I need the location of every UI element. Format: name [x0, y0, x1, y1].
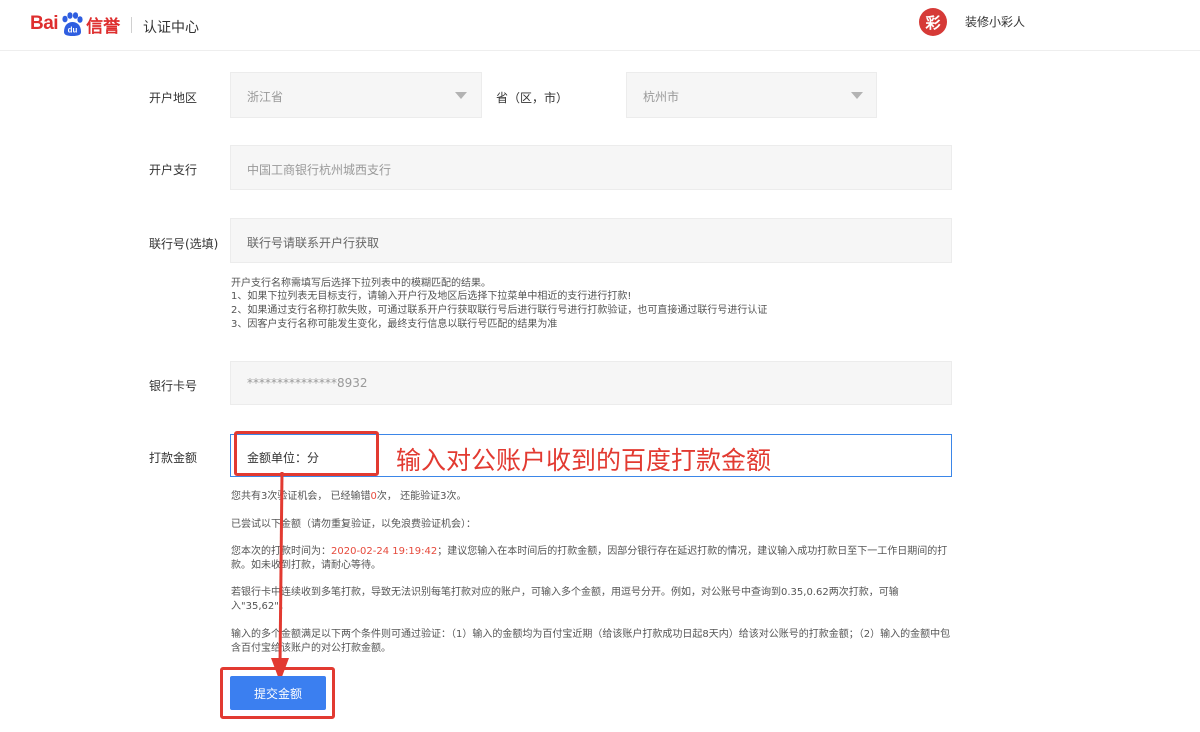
baidu-paw-icon: du: [62, 12, 83, 36]
region-label: 开户地区: [149, 91, 198, 105]
tried-amounts-info: 已尝试以下金额（请勿重复验证，以免浪费验证机会）：: [231, 519, 476, 530]
annotation-arrow-icon: [271, 471, 289, 682]
baidu-xinyu-logo[interactable]: Bai du 信誉: [30, 11, 120, 37]
hint-line: 2、如果通过支行名称打款失败，可通过联系开户行获取联行号后进行联行号进行打款验证…: [231, 305, 768, 316]
caret-down-icon: [851, 92, 863, 99]
hint-line: 3、因客户支行名称可能发生变化，最终支行信息以联行号匹配的结果为准: [231, 319, 558, 330]
branch-input[interactable]: 中国工商银行杭州城西支行: [230, 145, 952, 190]
page-title: 认证中心: [143, 20, 199, 36]
attempts-pre: 您共有3次验证机会， 已经输错: [231, 491, 371, 502]
bank-code-placeholder: 联行号请联系开户行获取: [247, 236, 380, 250]
top-header: Bai du 信誉 认证中心 彩 装修小彩人: [0, 0, 1200, 51]
province-select-value: 浙江省: [247, 90, 284, 104]
card-number-field: ***************8932: [230, 361, 952, 405]
logo-text-bai: Bai: [30, 13, 59, 34]
logo-text-xinyu: 信誉: [86, 16, 121, 37]
province-suffix-label: 省（区，市）: [496, 91, 569, 105]
card-number-value: ***************8932: [247, 376, 368, 390]
attempts-info: 您共有3次验证机会， 已经输错0次， 还能验证3次。: [231, 490, 956, 504]
annotation-text: 输入对公账户收到的百度打款金额: [396, 446, 772, 475]
amount-label: 打款金额: [149, 451, 198, 465]
conditions-info: 输入的多个金额满足以下两个条件则可通过验证：（1）输入的金额均为百付宝近期（给该…: [231, 629, 951, 654]
header-divider: [131, 17, 132, 33]
highlight-frame-amount: [234, 431, 379, 476]
submit-amount-button[interactable]: 提交金额: [230, 676, 326, 710]
bank-code-label: 联行号(选填): [149, 237, 219, 251]
payment-time-value: 2020-02-24 19:19:42: [331, 546, 438, 557]
caret-down-icon: [455, 92, 467, 99]
city-select-value: 杭州市: [643, 90, 680, 104]
bank-code-input[interactable]: 联行号请联系开户行获取: [230, 218, 952, 263]
attempts-post: 次， 还能验证3次。: [376, 491, 467, 502]
multi-amount-info: 若银行卡中连续收到多笔打款，导致无法识别每笔打款对应的账户，可输入多个金额，用逗…: [231, 587, 899, 612]
province-select[interactable]: 浙江省: [230, 72, 482, 118]
hint-line: 开户支行名称需填写后选择下拉列表中的模糊匹配的结果。: [231, 278, 491, 289]
city-select[interactable]: 杭州市: [626, 72, 877, 118]
username-link[interactable]: 装修小彩人: [965, 13, 1025, 30]
card-number-label: 银行卡号: [149, 379, 198, 393]
hint-line: 1、如果下拉列表无目标支行，请输入开户行及地区后选择下拉菜单中相近的支行进行打款…: [231, 291, 632, 302]
branch-label: 开户支行: [149, 163, 198, 177]
payment-time-info: 您本次的打款时间为：2020-02-24 19:19:42；建议您输入在本时间后…: [231, 545, 956, 573]
branch-input-value: 中国工商银行杭州城西支行: [247, 163, 392, 177]
svg-text:du: du: [68, 26, 78, 35]
user-avatar[interactable]: 彩: [919, 8, 947, 36]
